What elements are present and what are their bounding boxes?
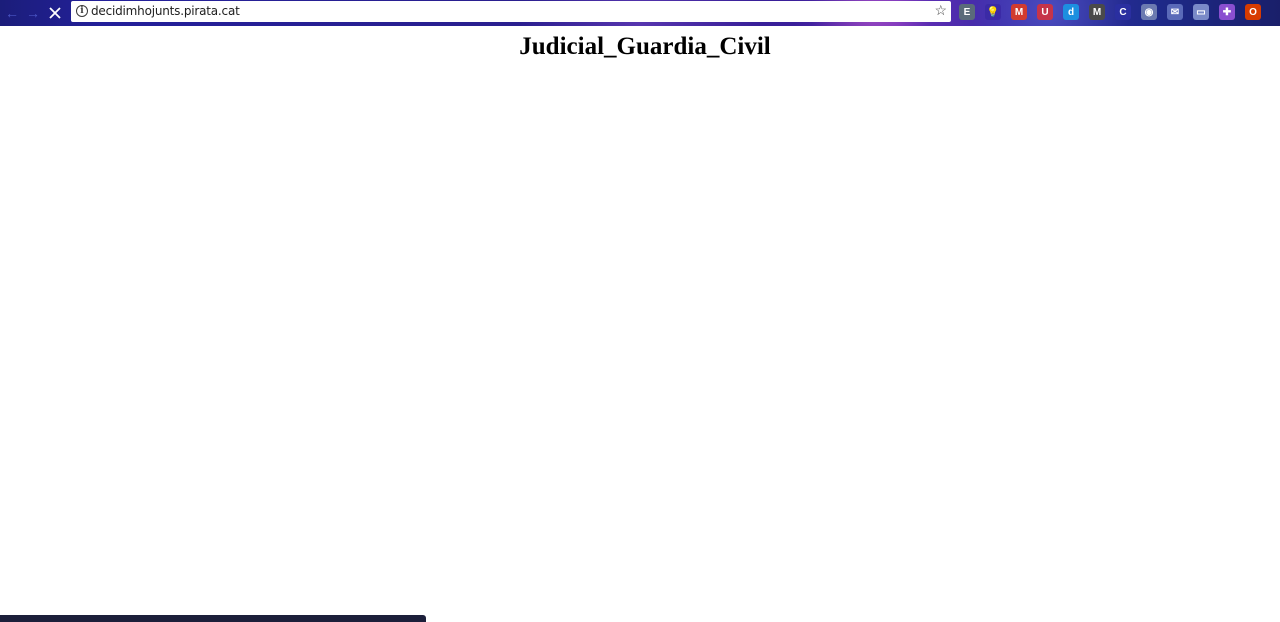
mail-extension-icon[interactable]: ✉	[1167, 4, 1183, 20]
crescent-extension-icon[interactable]: C	[1115, 4, 1131, 20]
puzzle-extension-icon[interactable]: ✚	[1219, 4, 1235, 20]
gmail-extension-icon[interactable]: M	[1011, 4, 1027, 20]
site-info-icon[interactable]: i	[76, 5, 88, 17]
d-extension-icon[interactable]: d	[1063, 4, 1079, 20]
lightbulb-extension-icon[interactable]: 💡	[985, 4, 1001, 20]
card-extension-icon[interactable]: ▭	[1193, 4, 1209, 20]
browser-toolbar: ← → i decidimhojunts.pirata.cat ☆ ⋮ E💡MU…	[0, 0, 1280, 26]
page-heading: Judicial_Guardia_Civil	[519, 33, 771, 60]
shield-extension-icon[interactable]: U	[1037, 4, 1053, 20]
stop-loading-icon[interactable]	[45, 3, 65, 23]
browser-menu-icon[interactable]: ⋮	[1274, 4, 1280, 22]
eye-extension-icon[interactable]: ◉	[1141, 4, 1157, 20]
status-bar	[0, 615, 426, 622]
back-arrow-icon[interactable]: ←	[2, 3, 22, 23]
forward-arrow-icon[interactable]: →	[23, 3, 43, 23]
bookmark-star-icon[interactable]: ☆	[934, 2, 947, 19]
address-bar[interactable]: i decidimhojunts.pirata.cat ☆	[71, 1, 951, 22]
office-extension-icon[interactable]: O	[1245, 4, 1261, 20]
evernote-extension-icon[interactable]: E	[959, 4, 975, 20]
m-extension-icon[interactable]: M	[1089, 4, 1105, 20]
url-text[interactable]: decidimhojunts.pirata.cat	[91, 4, 240, 18]
